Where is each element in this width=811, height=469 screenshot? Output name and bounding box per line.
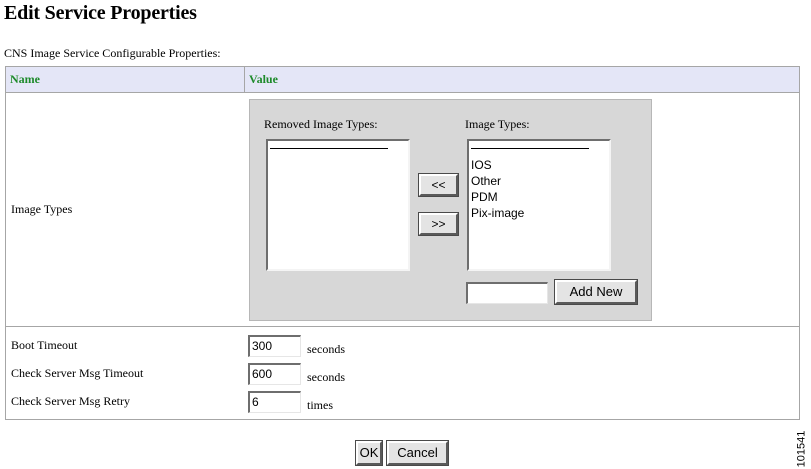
boot-timeout-input[interactable]: 300: [248, 335, 301, 357]
image-types-row-label: Image Types: [11, 202, 73, 216]
column-header-value: Value: [249, 72, 278, 86]
list-separator: [471, 148, 589, 149]
properties-table: Name Value Image Types Removed Image Typ…: [5, 66, 800, 420]
move-to-active-button[interactable]: >>: [418, 212, 459, 236]
page-title: Edit Service Properties: [4, 2, 197, 24]
image-types-label: Image Types:: [465, 117, 530, 131]
msg-timeout-input[interactable]: 600: [248, 363, 301, 385]
cancel-button[interactable]: Cancel: [386, 440, 449, 466]
boot-timeout-unit: seconds: [307, 342, 345, 356]
image-types-panel: Removed Image Types: << >> Image Types: …: [249, 99, 652, 321]
removed-image-types-list[interactable]: [266, 139, 410, 271]
list-item[interactable]: Other: [471, 173, 524, 189]
figure-code: 101541: [794, 430, 808, 468]
list-item[interactable]: PDM: [471, 189, 524, 205]
active-items: IOS Other PDM Pix-image: [471, 157, 524, 221]
column-divider: [244, 67, 245, 92]
figure-code-text: 101541: [795, 430, 808, 468]
boot-timeout-label: Boot Timeout: [11, 338, 78, 352]
table-header: Name Value: [6, 67, 799, 93]
list-item[interactable]: IOS: [471, 157, 524, 173]
add-new-button[interactable]: Add New: [554, 279, 638, 305]
move-to-removed-button[interactable]: <<: [418, 173, 459, 197]
section-subtitle: CNS Image Service Configurable Propertie…: [4, 46, 221, 60]
new-image-type-input[interactable]: [466, 282, 548, 304]
list-separator: [270, 148, 388, 149]
msg-retry-unit: times: [307, 398, 333, 412]
list-item[interactable]: Pix-image: [471, 205, 524, 221]
msg-retry-input[interactable]: 6: [248, 391, 301, 413]
column-header-name: Name: [10, 72, 40, 86]
removed-image-types-label: Removed Image Types:: [264, 117, 378, 131]
msg-retry-label: Check Server Msg Retry: [11, 394, 130, 408]
image-types-row: Image Types Removed Image Types: << >> I…: [6, 93, 799, 327]
msg-timeout-label: Check Server Msg Timeout: [11, 366, 144, 380]
ok-button[interactable]: OK: [355, 440, 383, 466]
msg-timeout-unit: seconds: [307, 370, 345, 384]
image-types-list[interactable]: IOS Other PDM Pix-image: [467, 139, 611, 271]
